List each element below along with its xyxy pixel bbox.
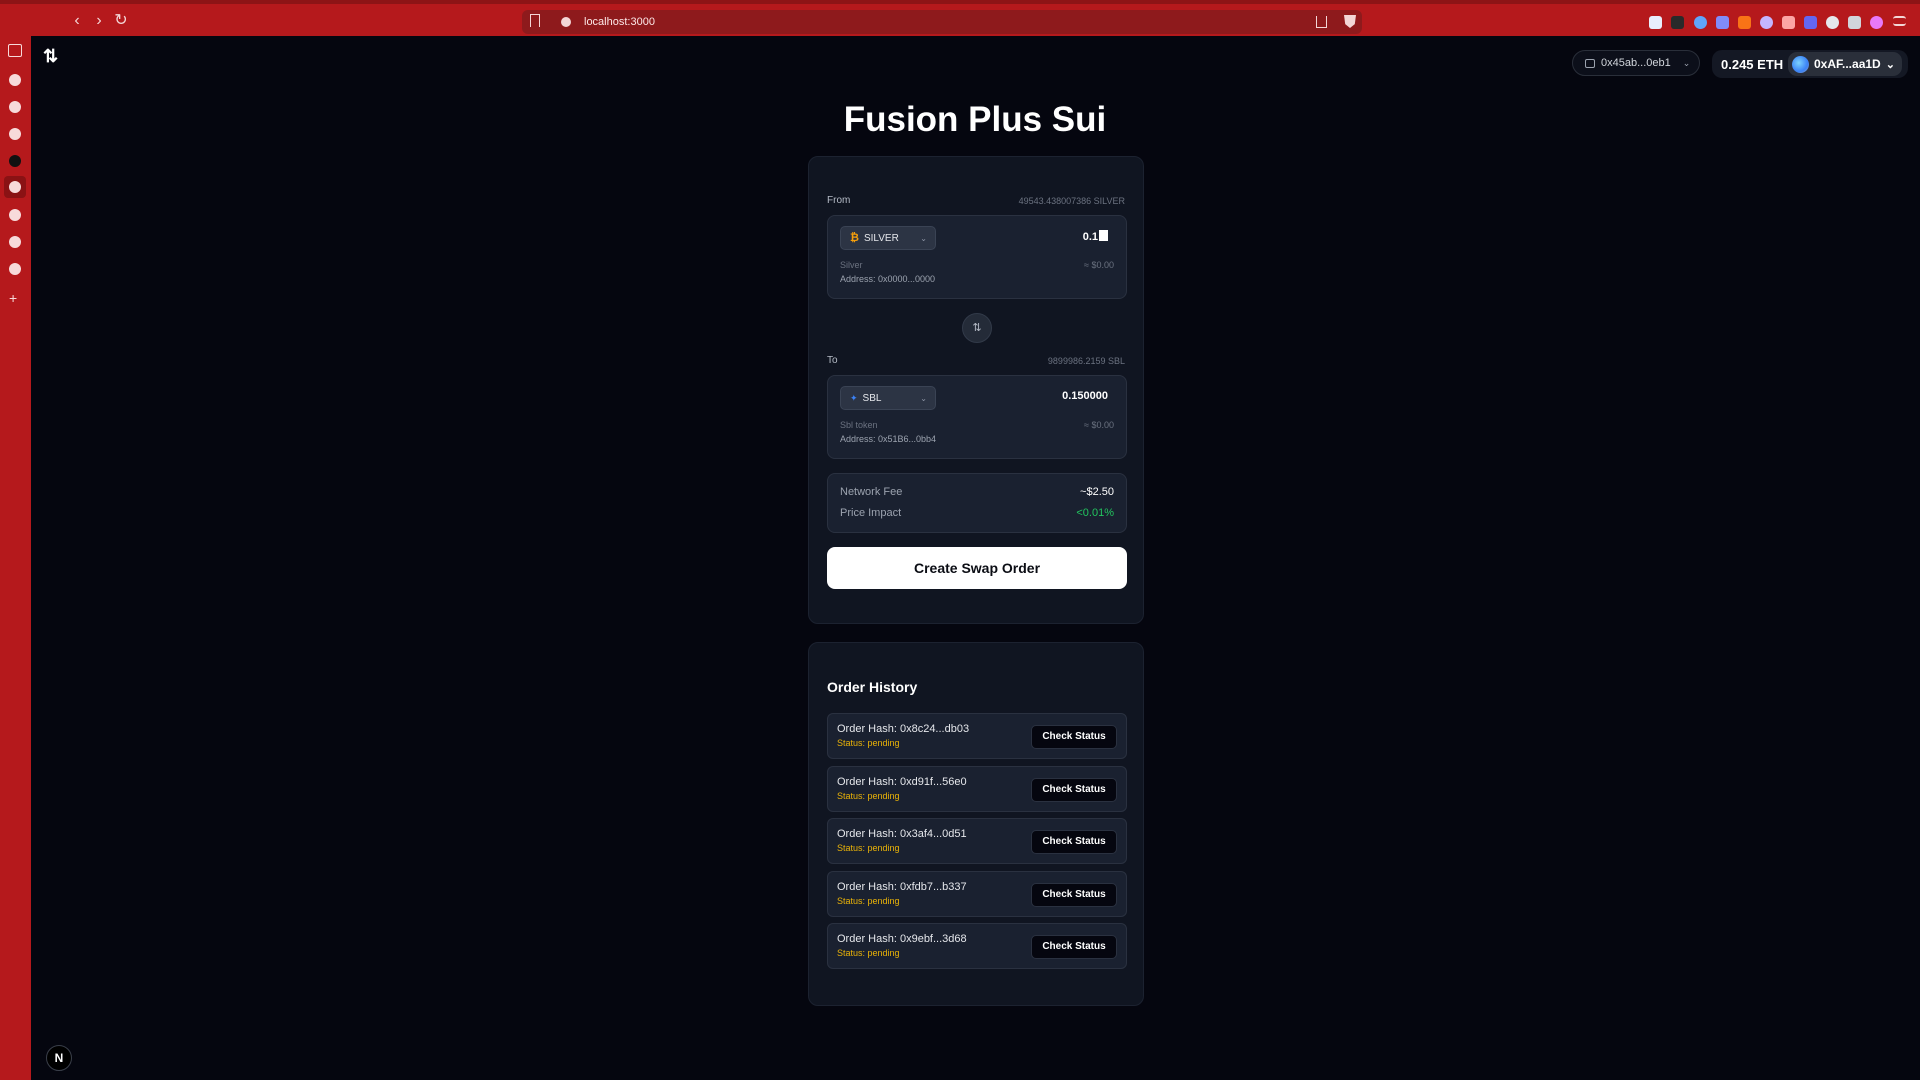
browser-sidebar: +	[0, 36, 31, 1080]
github-icon[interactable]	[9, 263, 21, 275]
order-status: Status: pending	[837, 738, 900, 748]
network-label: 0x45ab...0eb1	[1601, 57, 1671, 69]
to-usd-value: ≈ $0.00	[1084, 420, 1114, 430]
sidebar-toggle-icon[interactable]	[8, 44, 22, 57]
forward-icon[interactable]: ›	[90, 12, 108, 30]
extension-dark-icon[interactable]	[1671, 16, 1684, 29]
extension-shield-icon[interactable]	[1649, 16, 1662, 29]
account-address: 0xAF...aa1D	[1814, 57, 1881, 71]
to-token-box: ✦ SBL ⌄ 0.150000 Sbl token ≈ $0.00 Addre…	[827, 375, 1127, 459]
from-amount-input[interactable]: 0.1	[1083, 230, 1108, 243]
share-icon[interactable]	[1316, 16, 1327, 28]
price-impact-label: Price Impact	[840, 507, 902, 519]
from-token-box: ₿ SILVER ⌄ 0.1 Silver ≈ $0.00 Address: 0…	[827, 215, 1127, 299]
account-button[interactable]: 0xAF...aa1D ⌄	[1788, 52, 1902, 76]
to-token-name: Sbl token	[840, 420, 878, 430]
order-status: Status: pending	[837, 791, 900, 801]
order-item: Order Hash: 0x8c24...db03 Status: pendin…	[827, 713, 1127, 759]
to-balance: 9899986.2159 SBL	[1047, 356, 1125, 366]
check-status-button[interactable]: Check Status	[1031, 830, 1117, 854]
order-hash: Order Hash: 0x9ebf...3d68	[837, 933, 967, 945]
from-token-name: Silver	[840, 260, 863, 270]
check-status-button[interactable]: Check Status	[1031, 935, 1117, 959]
sidebar-app-icon[interactable]	[9, 236, 21, 248]
extension-rainbow-icon[interactable]	[1760, 16, 1773, 29]
app-logo-icon[interactable]: ⇅	[43, 46, 58, 67]
nextjs-dev-badge[interactable]: N	[46, 1045, 72, 1071]
site-info-icon[interactable]	[561, 17, 571, 27]
price-impact-row: Price Impact <0.01%	[840, 507, 1114, 519]
order-history-title: Order History	[827, 679, 918, 695]
order-status: Status: pending	[837, 896, 900, 906]
eth-balance: 0.245 ETH	[1721, 56, 1784, 72]
create-swap-order-button[interactable]: Create Swap Order	[827, 547, 1127, 589]
order-item: Order Hash: 0xd91f...56e0 Status: pendin…	[827, 766, 1127, 812]
sidebar-app-icon[interactable]	[9, 209, 21, 221]
bookmark-icon[interactable]	[530, 14, 540, 27]
from-token-address: Address: 0x0000...0000	[840, 274, 936, 284]
reload-icon[interactable]: ↻	[112, 12, 130, 30]
check-status-button[interactable]: Check Status	[1031, 883, 1117, 907]
order-item: Order Hash: 0x9ebf...3d68 Status: pendin…	[827, 923, 1127, 969]
order-hash: Order Hash: 0xd91f...56e0	[837, 776, 967, 788]
chevron-down-icon: ⌄	[1682, 57, 1691, 68]
order-status: Status: pending	[837, 843, 900, 853]
from-token-symbol: SILVER	[863, 232, 899, 244]
swap-card: From 49543.438007386 SILVER ₿ SILVER ⌄ 0…	[808, 156, 1144, 624]
check-status-button[interactable]: Check Status	[1031, 725, 1117, 749]
order-hash: Order Hash: 0x3af4...0d51	[837, 828, 967, 840]
chevron-down-icon: ⌄	[920, 233, 927, 243]
sidebar-app-icon[interactable]	[9, 181, 21, 193]
extension-blue-icon[interactable]	[1694, 16, 1707, 29]
extension-wallet-icon[interactable]	[1716, 16, 1729, 29]
network-selector[interactable]: 0x45ab...0eb1 ⌄	[1572, 50, 1700, 76]
add-panel-icon[interactable]: +	[9, 291, 17, 305]
from-label: From	[827, 195, 851, 206]
from-token-select[interactable]: ₿ SILVER ⌄	[840, 226, 936, 250]
avatar	[1792, 55, 1809, 73]
extension-purple-icon[interactable]	[1804, 16, 1817, 29]
to-amount-output: 0.150000	[1062, 390, 1108, 402]
metamask-icon[interactable]	[1738, 16, 1751, 29]
sidebar-app-icon[interactable]	[9, 155, 21, 167]
extension-a-icon[interactable]	[1782, 16, 1795, 29]
from-usd-value: ≈ $0.00	[1084, 260, 1114, 270]
wallet-icon	[1585, 58, 1595, 68]
order-history-card: Order History Order Hash: 0x8c24...db03 …	[808, 642, 1144, 1006]
order-item: Order Hash: 0x3af4...0d51 Status: pendin…	[827, 818, 1127, 864]
page-title: Fusion Plus Sui	[843, 100, 1107, 139]
browser-toolbar: ‹ › ↻ localhost:3000	[0, 0, 1920, 36]
bitcoin-icon: ₿	[850, 232, 859, 244]
order-item: Order Hash: 0xfdb7...b337 Status: pendin…	[827, 871, 1127, 917]
wallet-connect: 0.245 ETH 0xAF...aa1D ⌄	[1712, 50, 1908, 78]
chevron-down-icon: ⌄	[920, 393, 927, 403]
from-balance: 49543.438007386 SILVER	[1018, 196, 1125, 206]
extension-pink-icon[interactable]	[1870, 16, 1883, 29]
network-fee-label: Network Fee	[840, 486, 903, 498]
check-status-button[interactable]: Check Status	[1031, 778, 1117, 802]
to-token-symbol: SBL	[862, 392, 882, 404]
chevron-down-icon: ⌄	[1885, 58, 1895, 71]
order-hash: Order Hash: 0xfdb7...b337	[837, 881, 967, 893]
menu-icon[interactable]	[1893, 16, 1906, 26]
swap-direction-icon[interactable]: ⇅	[962, 313, 992, 343]
extensions-puzzle-icon[interactable]	[1848, 16, 1861, 29]
sbl-token-icon: ✦	[850, 392, 858, 403]
back-icon[interactable]: ‹	[68, 12, 86, 30]
extension-circle-icon[interactable]	[1826, 16, 1839, 29]
order-status: Status: pending	[837, 948, 900, 958]
price-impact-value: <0.01%	[1076, 507, 1114, 519]
to-label: To	[827, 355, 838, 366]
to-token-select[interactable]: ✦ SBL ⌄	[840, 386, 936, 410]
network-fee-row: Network Fee ~$2.50	[840, 486, 1114, 498]
to-token-address: Address: 0x51B6...0bb4	[840, 434, 937, 444]
fee-summary: Network Fee ~$2.50 Price Impact <0.01%	[827, 473, 1127, 533]
order-hash: Order Hash: 0x8c24...db03	[837, 723, 970, 735]
url-text[interactable]: localhost:3000	[584, 16, 655, 28]
sidebar-app-icon[interactable]	[9, 74, 21, 86]
network-fee-value: ~$2.50	[1080, 486, 1114, 498]
